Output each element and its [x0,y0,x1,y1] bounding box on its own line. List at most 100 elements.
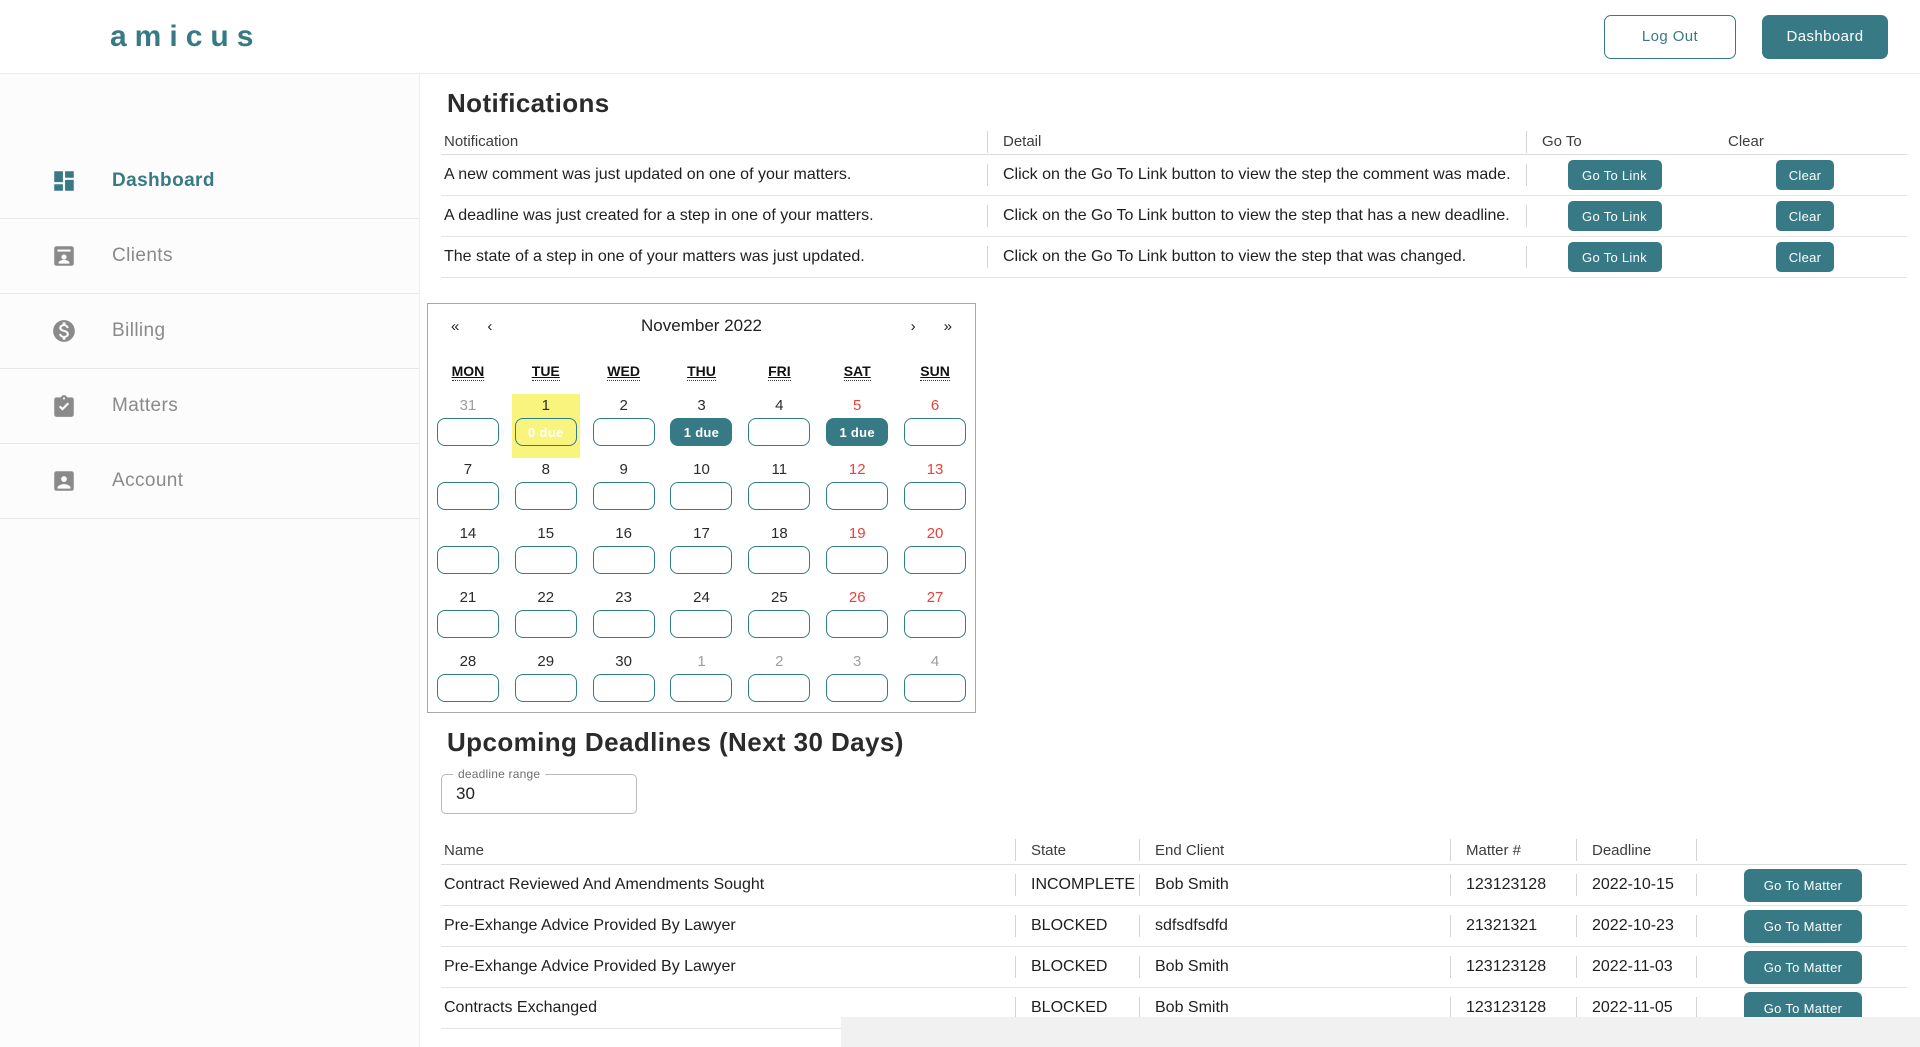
calendar-day-button[interactable] [826,674,888,702]
calendar-day-number: 5 [853,396,861,416]
calendar-day-button[interactable] [515,482,577,510]
topbar-actions: Log Out Dashboard [1604,15,1888,59]
calendar-day-button[interactable] [826,546,888,574]
calendar-day-button[interactable] [593,546,655,574]
clear-button[interactable]: Clear [1776,160,1834,190]
calendar-day-button[interactable] [904,418,966,446]
page-bottom-strip [841,1017,1920,1047]
app-window: amicus Log Out Dashboard Dashboard Clien… [0,0,1920,1047]
deadline-name: Pre-Exhange Advice Provided By Lawyer [441,947,1015,987]
calendar-day-button[interactable] [593,674,655,702]
deadline-row: Pre-Exhange Advice Provided By Lawyer BL… [441,906,1907,947]
calendar-day-button[interactable] [593,482,655,510]
go-to-matter-button[interactable]: Go To Matter [1744,951,1862,984]
col-header-clear: Clear [1700,129,1907,154]
calendar-day-number: 8 [542,460,550,480]
calendar-day-button[interactable] [593,610,655,638]
go-to-link-button[interactable]: Go To Link [1568,242,1662,272]
clear-button[interactable]: Clear [1776,201,1834,231]
calendar-day-button[interactable] [437,674,499,702]
calendar-day-button[interactable] [437,546,499,574]
calendar-last-icon[interactable]: » [944,318,952,335]
calendar-next-icon[interactable]: › [911,318,916,335]
calendar-day-number: 14 [460,524,477,544]
calendar-day-button[interactable]: 1 due [826,418,888,446]
notification-text: A deadline was just created for a step i… [441,196,987,236]
calendar-day-button[interactable] [904,546,966,574]
deadline-range-value: 30 [442,784,475,804]
main-content: Notifications Notification Detail Go To … [420,74,1920,1047]
calendar-day-number: 4 [931,652,939,672]
account-icon [51,468,77,494]
calendar-day-number: 24 [693,588,710,608]
deadline-range-input[interactable]: deadline range 30 [441,774,637,814]
go-to-link-button[interactable]: Go To Link [1568,201,1662,231]
calendar-day-button[interactable] [748,482,810,510]
calendar-day-cell: 30 [585,650,663,714]
dashboard-button[interactable]: Dashboard [1762,15,1888,59]
calendar-day-button[interactable] [826,610,888,638]
go-to-matter-button[interactable]: Go To Matter [1744,869,1862,902]
notifications-table: Notification Detail Go To Clear A new co… [441,129,1907,278]
deadline-state: INCOMPLETE [1015,865,1139,905]
calendar-day-cell: 31 [429,394,507,458]
calendar-day-button[interactable] [826,482,888,510]
calendar-day-button[interactable] [904,482,966,510]
col-header-detail: Detail [987,129,1526,154]
calendar-day-button[interactable] [904,674,966,702]
calendar-day-number: 2 [775,652,783,672]
col-header-goto: Go To [1526,129,1700,154]
calendar-day-cell: 1 [663,650,741,714]
calendar-day-number: 7 [464,460,472,480]
calendar-day-cell: 28 [429,650,507,714]
calendar-day-button[interactable] [515,674,577,702]
calendar-day-number: 11 [772,460,788,480]
calendar-day-number: 30 [615,652,632,672]
deadline-date: 2022-10-15 [1576,865,1696,905]
calendar-week-row: 14 15 16 17 18 19 20 [429,522,974,586]
calendar-day-button[interactable]: 0 due [515,418,577,446]
calendar-day-number: 1 [542,396,550,416]
calendar-day-button[interactable] [904,610,966,638]
calendar-day-button[interactable] [670,610,732,638]
calendar-day-cell: 26 [818,586,896,650]
calendar-day-cell: 11 [740,458,818,522]
calendar-dayname-wed: WED [607,363,640,381]
calendar-day-button[interactable] [670,546,732,574]
calendar-first-icon[interactable]: « [451,318,459,335]
calendar-day-number: 22 [537,588,554,608]
col-header-deadline: Deadline [1576,836,1696,864]
sidebar-item-dashboard[interactable]: Dashboard [0,144,419,219]
go-to-link-button[interactable]: Go To Link [1568,160,1662,190]
calendar-day-button[interactable] [670,482,732,510]
deadline-matter-number: 123123128 [1450,865,1576,905]
calendar-day-cell: 12 [818,458,896,522]
calendar-day-cell: 10 [663,458,741,522]
sidebar-item-account[interactable]: Account [0,444,419,519]
calendar-day-button[interactable] [437,482,499,510]
calendar-day-button[interactable] [593,418,655,446]
app-logo: amicus [110,20,261,54]
calendar-day-button[interactable]: 1 due [670,418,732,446]
go-to-matter-button[interactable]: Go To Matter [1744,910,1862,943]
calendar-day-button[interactable] [670,674,732,702]
calendar-day-button[interactable] [437,418,499,446]
calendar-day-button[interactable] [515,546,577,574]
calendar-day-cell: 20 [896,522,974,586]
logout-button[interactable]: Log Out [1604,15,1736,59]
calendar-day-button[interactable] [748,610,810,638]
calendar-day-button[interactable] [748,418,810,446]
calendar-day-button[interactable] [748,674,810,702]
calendar-dayname-fri: FRI [768,363,791,381]
calendar-day-button[interactable] [515,610,577,638]
clear-button[interactable]: Clear [1776,242,1834,272]
calendar-day-button[interactable] [748,546,810,574]
sidebar-item-matters[interactable]: Matters [0,369,419,444]
deadline-date: 2022-10-23 [1576,906,1696,946]
calendar: « ‹ November 2022 › » MONTUEWEDTHUFRISAT… [427,303,976,713]
calendar-day-number: 4 [775,396,783,416]
sidebar-item-billing[interactable]: Billing [0,294,419,369]
calendar-day-number: 3 [853,652,861,672]
sidebar-item-clients[interactable]: Clients [0,219,419,294]
calendar-day-button[interactable] [437,610,499,638]
